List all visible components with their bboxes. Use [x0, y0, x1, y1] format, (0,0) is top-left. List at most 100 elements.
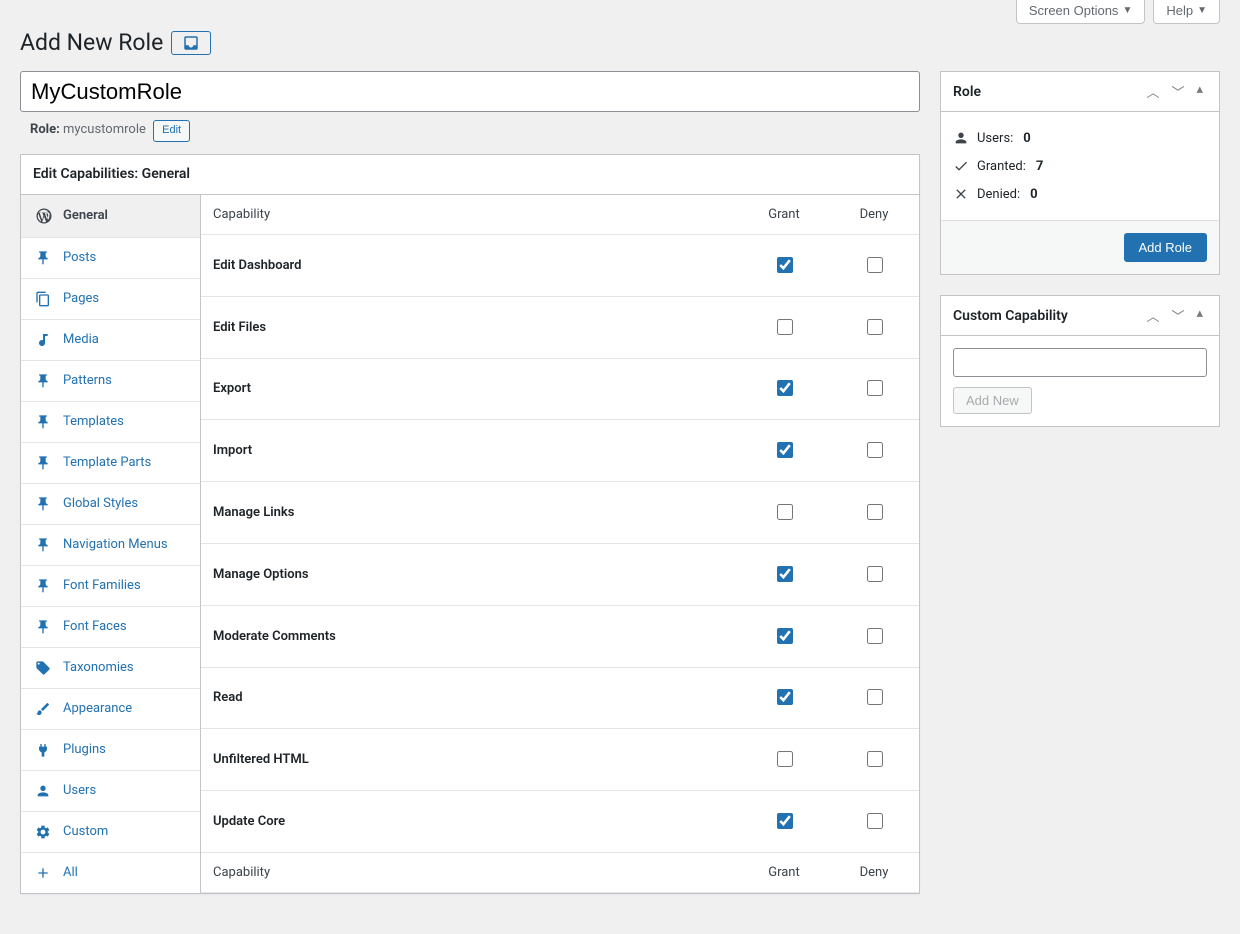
cap-tab-label: Taxonomies: [63, 660, 134, 675]
chevron-down-icon[interactable]: ﹀: [1167, 304, 1188, 327]
grant-checkbox[interactable]: [777, 442, 793, 458]
cap-tab-plugins[interactable]: Plugins: [21, 730, 200, 771]
grant-checkbox[interactable]: [777, 751, 793, 767]
deny-checkbox[interactable]: [867, 319, 883, 335]
chevron-down-icon[interactable]: ﹀: [1167, 80, 1188, 103]
x-icon: [953, 186, 969, 202]
deny-checkbox[interactable]: [867, 751, 883, 767]
deny-checkbox[interactable]: [867, 380, 883, 396]
pin-icon: [35, 537, 53, 553]
pages-icon: [35, 291, 53, 307]
triangle-up-icon[interactable]: ▴: [1192, 80, 1207, 103]
slug-label: Role:: [30, 122, 60, 137]
grant-checkbox[interactable]: [777, 380, 793, 396]
role-name-input[interactable]: [20, 71, 920, 112]
pin-icon: [35, 578, 53, 594]
cap-tab-font-families[interactable]: Font Families: [21, 566, 200, 607]
users-stat: Users: 0: [953, 124, 1207, 152]
help-label: Help: [1166, 3, 1193, 18]
grant-checkbox[interactable]: [777, 504, 793, 520]
capability-name: Moderate Comments: [201, 605, 739, 667]
capability-row: Manage Links: [201, 482, 919, 544]
role-box: Role ︿ ﹀ ▴ Users: 0: [940, 71, 1220, 275]
deny-checkbox[interactable]: [867, 504, 883, 520]
screen-options-label: Screen Options: [1029, 3, 1119, 18]
capability-name: Export: [201, 358, 739, 420]
cap-tab-label: Global Styles: [63, 496, 138, 511]
cap-tab-label: Media: [63, 332, 99, 347]
pin-icon: [35, 414, 53, 430]
pin-icon: [35, 455, 53, 471]
add-new-capability-button[interactable]: Add New: [953, 387, 1032, 414]
col-grant: Grant: [739, 195, 829, 235]
grant-checkbox[interactable]: [777, 689, 793, 705]
cap-tab-appearance[interactable]: Appearance: [21, 689, 200, 730]
dropdown-triangle-icon: ▼: [1197, 5, 1207, 16]
cap-tab-users[interactable]: Users: [21, 771, 200, 812]
capability-row: Read: [201, 667, 919, 729]
pin-icon: [35, 250, 53, 266]
cap-tab-label: Pages: [63, 291, 99, 306]
plus-icon: [35, 865, 53, 881]
chevron-up-icon[interactable]: ︿: [1142, 304, 1163, 327]
cap-tab-pages[interactable]: Pages: [21, 279, 200, 320]
col-capability: Capability: [201, 195, 739, 235]
granted-label: Granted:: [977, 159, 1026, 174]
cap-tab-label: Users: [63, 783, 96, 798]
capability-name: Edit Dashboard: [201, 234, 739, 296]
cap-tab-template-parts[interactable]: Template Parts: [21, 443, 200, 484]
cap-tab-general[interactable]: General: [21, 195, 200, 238]
deny-checkbox[interactable]: [867, 257, 883, 273]
cap-tab-label: Navigation Menus: [63, 537, 168, 552]
deny-checkbox[interactable]: [867, 442, 883, 458]
col-deny: Deny: [829, 195, 919, 235]
cap-tab-custom[interactable]: Custom: [21, 812, 200, 853]
capability-name: Read: [201, 667, 739, 729]
cap-tab-label: Appearance: [63, 701, 132, 716]
page-title: Add New Role: [20, 29, 1220, 56]
deny-checkbox[interactable]: [867, 813, 883, 829]
chevron-up-icon[interactable]: ︿: [1142, 80, 1163, 103]
cap-tab-media[interactable]: Media: [21, 320, 200, 361]
capability-row: Moderate Comments: [201, 605, 919, 667]
inbox-icon[interactable]: [171, 31, 211, 55]
grant-checkbox[interactable]: [777, 813, 793, 829]
cap-tab-patterns[interactable]: Patterns: [21, 361, 200, 402]
role-box-title: Role: [953, 84, 981, 100]
grant-checkbox[interactable]: [777, 319, 793, 335]
cap-tab-label: Plugins: [63, 742, 106, 757]
deny-checkbox[interactable]: [867, 628, 883, 644]
screen-options-button[interactable]: Screen Options ▼: [1016, 0, 1146, 24]
wordpress-icon: [35, 207, 53, 225]
slug-row: Role: mycustomrole Edit: [20, 112, 920, 154]
cap-tab-label: Template Parts: [63, 455, 151, 470]
users-value: 0: [1023, 131, 1030, 146]
capability-name: Unfiltered HTML: [201, 729, 739, 791]
granted-value: 7: [1036, 159, 1043, 174]
cap-tab-templates[interactable]: Templates: [21, 402, 200, 443]
cap-tab-taxonomies[interactable]: Taxonomies: [21, 648, 200, 689]
cap-tab-label: General: [63, 208, 108, 223]
custom-capability-input[interactable]: [953, 348, 1207, 377]
deny-checkbox[interactable]: [867, 689, 883, 705]
cap-tab-label: Posts: [63, 250, 96, 265]
grant-checkbox[interactable]: [777, 566, 793, 582]
triangle-up-icon[interactable]: ▴: [1192, 304, 1207, 327]
cap-tab-posts[interactable]: Posts: [21, 238, 200, 279]
grant-checkbox[interactable]: [777, 628, 793, 644]
deny-checkbox[interactable]: [867, 566, 883, 582]
cap-tab-font-faces[interactable]: Font Faces: [21, 607, 200, 648]
denied-label: Denied:: [977, 187, 1020, 202]
capability-row: Edit Files: [201, 296, 919, 358]
help-button[interactable]: Help ▼: [1153, 0, 1220, 24]
denied-value: 0: [1030, 187, 1037, 202]
slug-value: mycustomrole: [63, 122, 146, 137]
cap-tab-label: Font Faces: [63, 619, 127, 634]
cap-tab-global-styles[interactable]: Global Styles: [21, 484, 200, 525]
grant-checkbox[interactable]: [777, 257, 793, 273]
add-role-button[interactable]: Add Role: [1124, 233, 1207, 262]
media-icon: [35, 332, 53, 348]
cap-tab-navigation-menus[interactable]: Navigation Menus: [21, 525, 200, 566]
edit-slug-button[interactable]: Edit: [153, 120, 190, 142]
capability-name: Edit Files: [201, 296, 739, 358]
